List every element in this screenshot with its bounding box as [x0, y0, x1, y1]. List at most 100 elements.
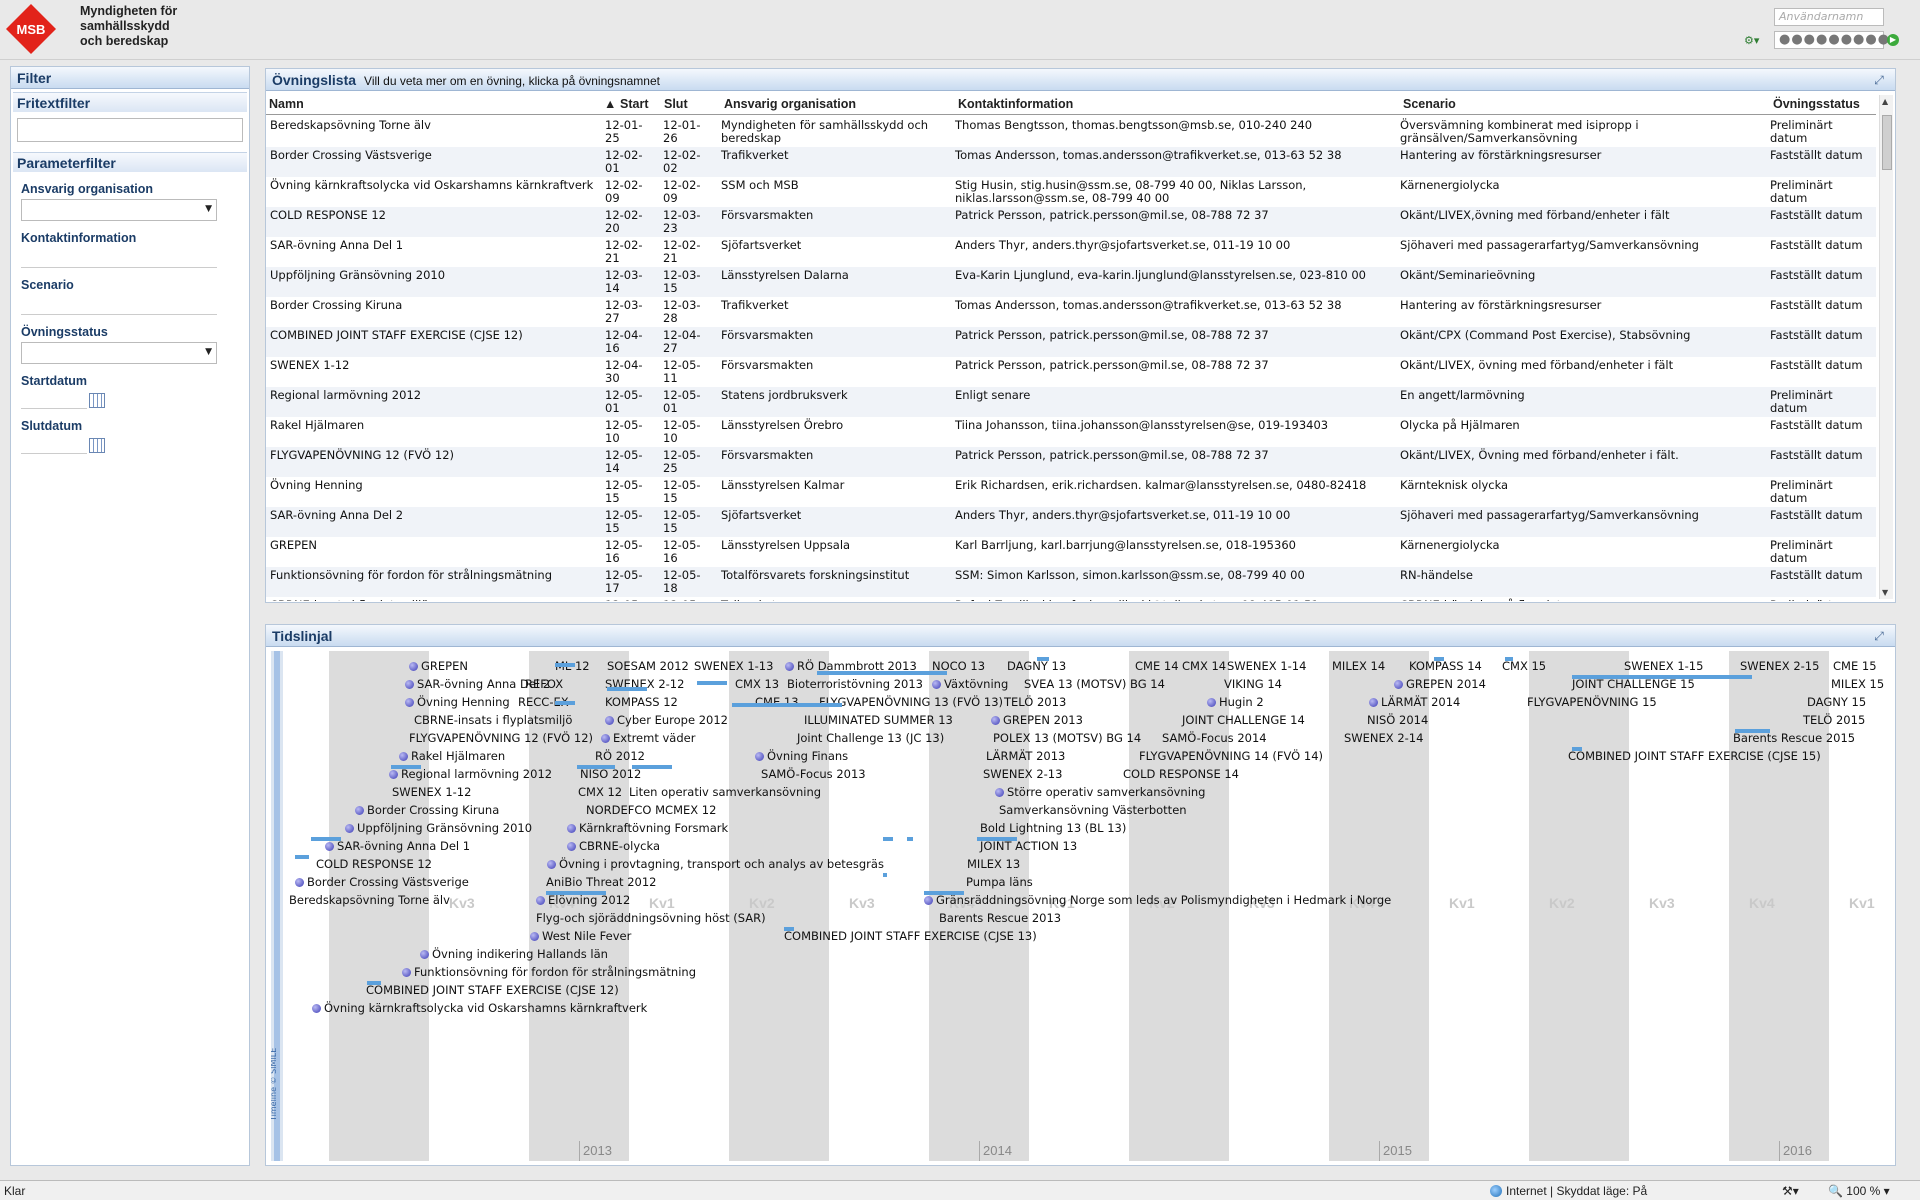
timeline-event[interactable]: MILEX 15 — [1831, 677, 1884, 691]
protected-mode-icon[interactable]: ⚒▾ — [1782, 1184, 1799, 1198]
event-duration-bar[interactable] — [295, 855, 309, 859]
table-row[interactable]: COMBINED JOINT STAFF EXERCISE (CJSE 12) 1… — [266, 327, 1876, 357]
table-row[interactable]: Övning kärnkraftsolycka vid Oskarshamns … — [266, 177, 1876, 207]
scrollbar[interactable]: ▲ ▼ — [1879, 95, 1893, 599]
exercise-name-link[interactable]: GREPEN — [266, 539, 601, 565]
calendar-icon[interactable] — [89, 392, 105, 408]
timeline-event[interactable]: MILEX 14 — [1332, 659, 1385, 673]
timeline-event[interactable]: CMX 14 — [1182, 659, 1226, 673]
timeline-event[interactable]: Pumpa läns — [966, 875, 1033, 889]
timeline-event[interactable]: SVEA 13 (MOTSV) BG 14 — [1024, 677, 1165, 691]
table-row[interactable]: SAR-övning Anna Del 1 12-02-21 12-02-21 Sjö… — [266, 237, 1876, 267]
event-duration-bar[interactable] — [883, 873, 887, 877]
col-end[interactable]: Slut — [664, 97, 688, 111]
table-row[interactable]: Border Crossing Västsverige 12-02-01 12-02… — [266, 147, 1876, 177]
timeline-event[interactable]: Rakel Hjälmaren — [399, 749, 505, 763]
timeline-event[interactable]: FLYGVAPENÖVNING 12 (FVÖ 12) — [409, 731, 593, 745]
timeline-event[interactable]: SAR-övning Anna Del 1 — [325, 839, 470, 853]
timeline-event[interactable]: CME 14 — [1135, 659, 1179, 673]
event-duration-bar[interactable] — [391, 765, 421, 769]
timeline-event[interactable]: West Nile Fever — [530, 929, 631, 943]
table-row[interactable]: Övning Henning 12-05-15 12-05-15 Länsstyrel… — [266, 477, 1876, 507]
timeline-event[interactable]: LÄRMÄT 2014 — [1369, 695, 1460, 709]
timeline-event[interactable]: SWENEX 2-15 — [1740, 659, 1819, 673]
scrollbar-thumb[interactable] — [1882, 115, 1892, 170]
timeline-event[interactable]: SWENEX 2-14 — [1344, 731, 1423, 745]
timeline-event[interactable]: FLYGVAPENÖVNING 14 (FVÖ 14) — [1139, 749, 1323, 763]
timeline-event[interactable]: FLYGVAPENÖVNING 13 (FVÖ 13) — [819, 695, 1003, 709]
timeline-event[interactable]: JOINT CHALLENGE 14 — [1182, 713, 1305, 727]
scroll-up-icon[interactable]: ▲ — [1882, 97, 1888, 106]
timeline-event[interactable]: CMX 13 — [735, 677, 779, 691]
table-row[interactable]: FLYGVAPENÖVNING 12 (FVÖ 12) 12-05-14 12-05… — [266, 447, 1876, 477]
event-duration-bar[interactable] — [1505, 657, 1513, 661]
event-duration-bar[interactable] — [977, 837, 1017, 841]
timeline-event[interactable]: FLYGVAPENÖVNING 15 — [1527, 695, 1657, 709]
timeline-event[interactable]: SWENEX 2-13 — [983, 767, 1062, 781]
timeline-event[interactable]: POLEX 13 (MOTSV) BG 14 — [993, 731, 1141, 745]
table-row[interactable]: Funktionsövning för fordon för strålning… — [266, 567, 1876, 597]
table-row[interactable]: SWENEX 1-12 12-04-30 12-05-11 Försvarsmakte… — [266, 357, 1876, 387]
timeline-event[interactable]: AniBio Threat 2012 — [546, 875, 656, 889]
timeline-event[interactable]: COLD RESPONSE 12 — [316, 857, 432, 871]
col-scenario[interactable]: Scenario — [1403, 97, 1456, 111]
exercise-name-link[interactable]: FLYGVAPENÖVNING 12 (FVÖ 12) — [266, 449, 601, 475]
timeline-event[interactable]: Övning kärnkraftsolycka vid Oskarshamns … — [312, 1001, 647, 1015]
table-row[interactable]: Beredskapsövning Torne älv 12-01-25 12-01-… — [266, 117, 1876, 147]
timeline-event[interactable]: Växtövning — [932, 677, 1008, 691]
table-row[interactable]: GREPEN 12-05-16 12-05-16 Länsstyrelsen Upps… — [266, 537, 1876, 567]
timeline-event[interactable]: CMX 15 — [1502, 659, 1546, 673]
timeline-event[interactable]: Flyg-och sjöräddningsövning höst (SAR) — [536, 911, 766, 925]
exercise-name-link[interactable]: Border Crossing Kiruna — [266, 299, 601, 325]
event-duration-bar[interactable] — [607, 687, 647, 691]
timeline-event[interactable]: Övning indikering Hallands län — [420, 947, 608, 961]
timeline-event[interactable]: Övning Henning — [405, 695, 510, 709]
timeline-event[interactable]: Övning i provtagning, transport och anal… — [547, 857, 884, 871]
exercise-name-link[interactable]: COMBINED JOINT STAFF EXERCISE (CJSE 12) — [266, 329, 601, 355]
timeline-event[interactable]: Elövning 2012 — [536, 893, 630, 907]
timeline-event[interactable]: Barents Rescue 2015 — [1733, 731, 1855, 745]
calendar-icon[interactable] — [89, 437, 105, 453]
event-duration-bar[interactable] — [697, 681, 727, 685]
table-row[interactable]: Regional larmövning 2012 12-05-01 12-05-01… — [266, 387, 1876, 417]
status-select[interactable]: ▼ — [21, 342, 217, 364]
event-duration-bar[interactable] — [577, 765, 615, 769]
timeline-event[interactable]: NISÖ 2014 — [1367, 713, 1428, 727]
timeline-event[interactable]: Liten operativ samverkansövning — [629, 785, 821, 799]
expand-icon[interactable]: ⤢ — [1871, 629, 1887, 643]
event-duration-bar[interactable] — [546, 891, 606, 895]
timeline-event[interactable]: MILEX 13 — [967, 857, 1020, 871]
timeline-event[interactable]: VIKING 14 — [1224, 677, 1282, 691]
contact-input[interactable] — [21, 248, 217, 268]
exercise-name-link[interactable]: Regional larmövning 2012 — [266, 389, 601, 415]
timeline-canvas[interactable]: Timeline © SIMILEKv3Kv4Kv1Kv2Kv3Kv4Kv1Kv… — [271, 651, 1891, 1161]
timeline-event[interactable]: Barents Rescue 2013 — [939, 911, 1061, 925]
timeline-event[interactable]: JOINT ACTION 13 — [980, 839, 1077, 853]
exercise-name-link[interactable]: COLD RESPONSE 12 — [266, 209, 601, 235]
timeline-event[interactable]: CMX 12 — [578, 785, 622, 799]
exercise-name-link[interactable]: Rakel Hjälmaren — [266, 419, 601, 445]
login-button[interactable]: ▶ — [1887, 34, 1899, 46]
timeline-event[interactable]: KOMPASS 14 — [1409, 659, 1482, 673]
timeline-event[interactable]: SWENEX 1-14 — [1227, 659, 1306, 673]
event-duration-bar[interactable] — [311, 837, 341, 841]
timeline-event[interactable]: Bold Lightning 13 (BL 13) — [980, 821, 1126, 835]
timeline-event[interactable]: Beredskapsövning Torne älv — [289, 893, 450, 907]
timeline-event[interactable]: Regional larmövning 2012 — [389, 767, 552, 781]
exercise-name-link[interactable]: Beredskapsövning Torne älv — [266, 119, 601, 145]
timeline-event[interactable]: DAGNY 13 — [1007, 659, 1066, 673]
timeline-event[interactable]: REFOX — [525, 677, 563, 691]
timeline-event[interactable]: Gränsräddningsövning Norge som leds av P… — [924, 893, 1391, 907]
timeline-event[interactable]: Större operativ samverkansövning — [995, 785, 1205, 799]
timeline-event[interactable]: LÄRMÄT 2013 — [986, 749, 1065, 763]
timeline-event[interactable]: GREPEN 2013 — [991, 713, 1083, 727]
exercise-name-link[interactable]: SAR-övning Anna Del 1 — [266, 239, 601, 265]
table-row[interactable]: Border Crossing Kiruna 12-03-27 12-03-28 Tr… — [266, 297, 1876, 327]
timeline-event[interactable]: JOINT CHALLENGE 15 — [1572, 677, 1695, 691]
exercise-name-link[interactable]: Uppföljning Gränsövning 2010 — [266, 269, 601, 295]
table-row[interactable]: Uppföljning Gränsövning 2010 12-03-14 12-0… — [266, 267, 1876, 297]
timeline-event[interactable]: Uppföljning Gränsövning 2010 — [345, 821, 532, 835]
timeline-event[interactable]: SOESAM 2012 — [607, 659, 689, 673]
exercise-name-link[interactable]: Övning Henning — [266, 479, 601, 505]
col-name[interactable]: Namn — [269, 97, 304, 111]
